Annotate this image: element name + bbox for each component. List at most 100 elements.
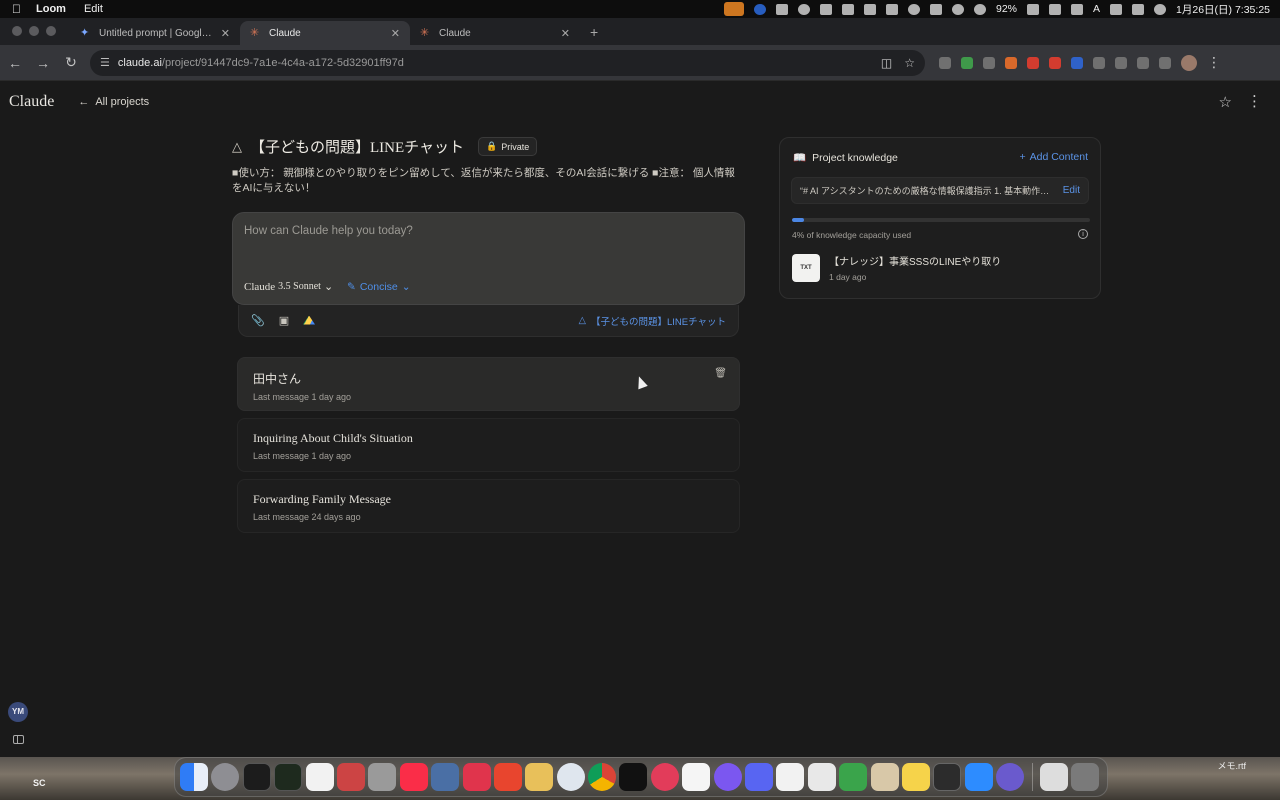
bluetooth-icon[interactable] <box>930 3 942 15</box>
window-manager-icon[interactable] <box>842 3 854 15</box>
private-badge[interactable]: 🔒 Private <box>478 137 538 156</box>
activity-monitor-icon[interactable] <box>274 763 303 791</box>
numbers-icon[interactable] <box>839 763 868 791</box>
discord-icon[interactable] <box>745 763 774 791</box>
keyboard-icon[interactable] <box>1071 3 1084 15</box>
camera-icon[interactable]: ▣ <box>277 314 291 327</box>
input-source-indicator[interactable]: A <box>1093 3 1100 15</box>
quicktime-icon[interactable] <box>556 763 585 791</box>
davinci-icon[interactable] <box>650 763 679 791</box>
knowledge-file-item[interactable]: TXT 【ナレッジ】事業SSSのLINEやり取り 1 day ago <box>792 253 1001 282</box>
cloud-icon[interactable] <box>908 3 920 15</box>
window-close-button[interactable] <box>12 26 22 36</box>
notes-writer-icon[interactable] <box>776 763 805 791</box>
green-extension-icon[interactable] <box>961 56 973 69</box>
chat-item[interactable]: Forwarding Family Message Last message 2… <box>237 479 740 533</box>
info-icon[interactable]: i <box>1078 229 1088 239</box>
finder-icon[interactable] <box>180 763 208 791</box>
chat-item[interactable]: 田中さん Last message 1 day ago 🗑 <box>237 357 740 411</box>
freeform-icon[interactable] <box>305 763 334 791</box>
control-center-icon[interactable] <box>1132 3 1145 15</box>
script-editor-icon[interactable] <box>336 763 365 791</box>
new-tab-button[interactable]: + <box>580 24 608 45</box>
orange-extension-icon[interactable] <box>1005 56 1017 69</box>
tab-close-icon[interactable]: ✕ <box>561 27 570 40</box>
prompt-placeholder[interactable]: How can Claude help you today? <box>244 225 413 237</box>
tab-close-icon[interactable]: ✕ <box>221 27 230 40</box>
sidebar-toggle-icon[interactable] <box>13 735 24 744</box>
system-settings-icon[interactable] <box>211 763 240 791</box>
blue-extension-icon[interactable] <box>1071 56 1083 69</box>
app-status-icon[interactable] <box>820 3 832 15</box>
sync-icon[interactable] <box>1159 56 1171 69</box>
window-minimize-button[interactable] <box>29 26 39 36</box>
xmind-icon[interactable] <box>462 763 491 791</box>
reload-icon[interactable]: ↻ <box>58 54 84 71</box>
add-content-button[interactable]: + Add Content <box>1019 151 1088 163</box>
tab-claude-active[interactable]: ✳ Claude ✕ <box>240 21 410 45</box>
trash-icon[interactable]: 🗑 <box>714 368 727 379</box>
tab-close-icon[interactable]: ✕ <box>391 27 400 40</box>
project-context-chip[interactable]: △ 【子どもの問題】LINEチャット <box>579 314 726 328</box>
user-avatar[interactable]: YM <box>8 702 28 722</box>
display-icon[interactable] <box>1110 3 1123 15</box>
dash-extension-icon[interactable] <box>983 56 995 69</box>
red-extension-icon[interactable] <box>1049 56 1061 69</box>
site-info-icon[interactable]: ☰ <box>100 56 110 69</box>
google-drive-icon[interactable] <box>303 315 315 325</box>
zoom-icon[interactable] <box>964 763 993 791</box>
terminal-icon[interactable] <box>242 763 271 791</box>
stock-app-icon[interactable] <box>933 763 962 791</box>
star-project-icon[interactable]: ☆ <box>1219 93 1232 111</box>
install-app-icon[interactable]: ◫ <box>881 56 892 70</box>
window-zoom-button[interactable] <box>46 26 56 36</box>
mic-extension-icon[interactable] <box>1115 56 1127 69</box>
menubar-clock[interactable]: 1月26日(日) 7:35:25 <box>1176 2 1270 17</box>
claude-logo[interactable]: Claude <box>9 93 54 111</box>
apple-menu-icon[interactable]:  <box>12 2 26 16</box>
folder-icon[interactable] <box>525 763 554 791</box>
bookmark-star-icon[interactable]: ☆ <box>904 56 915 70</box>
dropbox-icon[interactable] <box>776 3 788 15</box>
paperclip-icon[interactable]: 📎 <box>251 314 265 327</box>
desktop-file-label[interactable]: メモ.rtf <box>1218 759 1247 772</box>
edit-instructions-button[interactable]: Edit <box>1063 185 1080 196</box>
siri-icon[interactable] <box>1154 3 1167 15</box>
menu-status-icon[interactable] <box>864 3 876 15</box>
audio-app-icon[interactable] <box>619 763 648 791</box>
slack-icon[interactable] <box>682 763 711 791</box>
music-icon[interactable] <box>399 763 428 791</box>
chart-app-icon[interactable] <box>493 763 522 791</box>
puzzle-extensions-icon[interactable] <box>1137 56 1149 69</box>
grid-extension-icon[interactable] <box>1093 56 1105 69</box>
chat-item[interactable]: Inquiring About Child's Situation Last m… <box>237 418 740 472</box>
tab-claude[interactable]: ✳ Claude ✕ <box>410 21 580 45</box>
calculator-icon[interactable] <box>368 763 397 791</box>
prompt-composer[interactable]: How can Claude help you today? Claude 3.… <box>232 212 745 305</box>
recent-document-icon[interactable] <box>1039 763 1068 791</box>
spotlight-search-icon[interactable] <box>974 3 986 15</box>
tab-google-ai-studio[interactable]: ✦ Untitled prompt | Google AI S ✕ <box>70 21 240 45</box>
profile-avatar-icon[interactable] <box>1181 54 1197 71</box>
wifi-icon[interactable] <box>952 3 964 15</box>
battery-icon[interactable] <box>1027 3 1040 15</box>
address-bar[interactable]: ☰ claude.ai/project/91447dc9-7a1e-4c4a-a… <box>90 49 925 76</box>
menu-edit[interactable]: Edit <box>84 3 103 15</box>
textedit-icon[interactable] <box>807 763 836 791</box>
all-projects-link[interactable]: ← All projects <box>78 96 149 108</box>
camera-extension-icon[interactable] <box>939 56 951 69</box>
microphone-icon[interactable] <box>724 2 744 16</box>
more-options-icon[interactable]: ⋮ <box>1247 92 1262 110</box>
zoom-status-icon[interactable] <box>754 3 766 15</box>
response-style-selector[interactable]: ✎ Concise ⌄ <box>347 281 411 293</box>
app-menu-loom[interactable]: Loom <box>36 3 66 15</box>
project-instructions[interactable]: “# AI アシスタントのための厳格な情報保護指示 1. 基本動作原則: -..… <box>791 177 1089 204</box>
messenger-icon[interactable] <box>713 763 742 791</box>
back-arrow-icon[interactable]: ← <box>2 55 28 71</box>
forward-arrow-icon[interactable]: → <box>30 55 56 71</box>
notes-icon[interactable] <box>901 763 930 791</box>
gear-status-icon[interactable] <box>798 3 810 15</box>
clipboard-icon[interactable] <box>886 3 898 15</box>
model-selector[interactable]: Claude 3.5 Sonnet ⌄ <box>244 280 333 294</box>
browser-menu-icon[interactable]: ⋮ <box>1207 54 1221 71</box>
